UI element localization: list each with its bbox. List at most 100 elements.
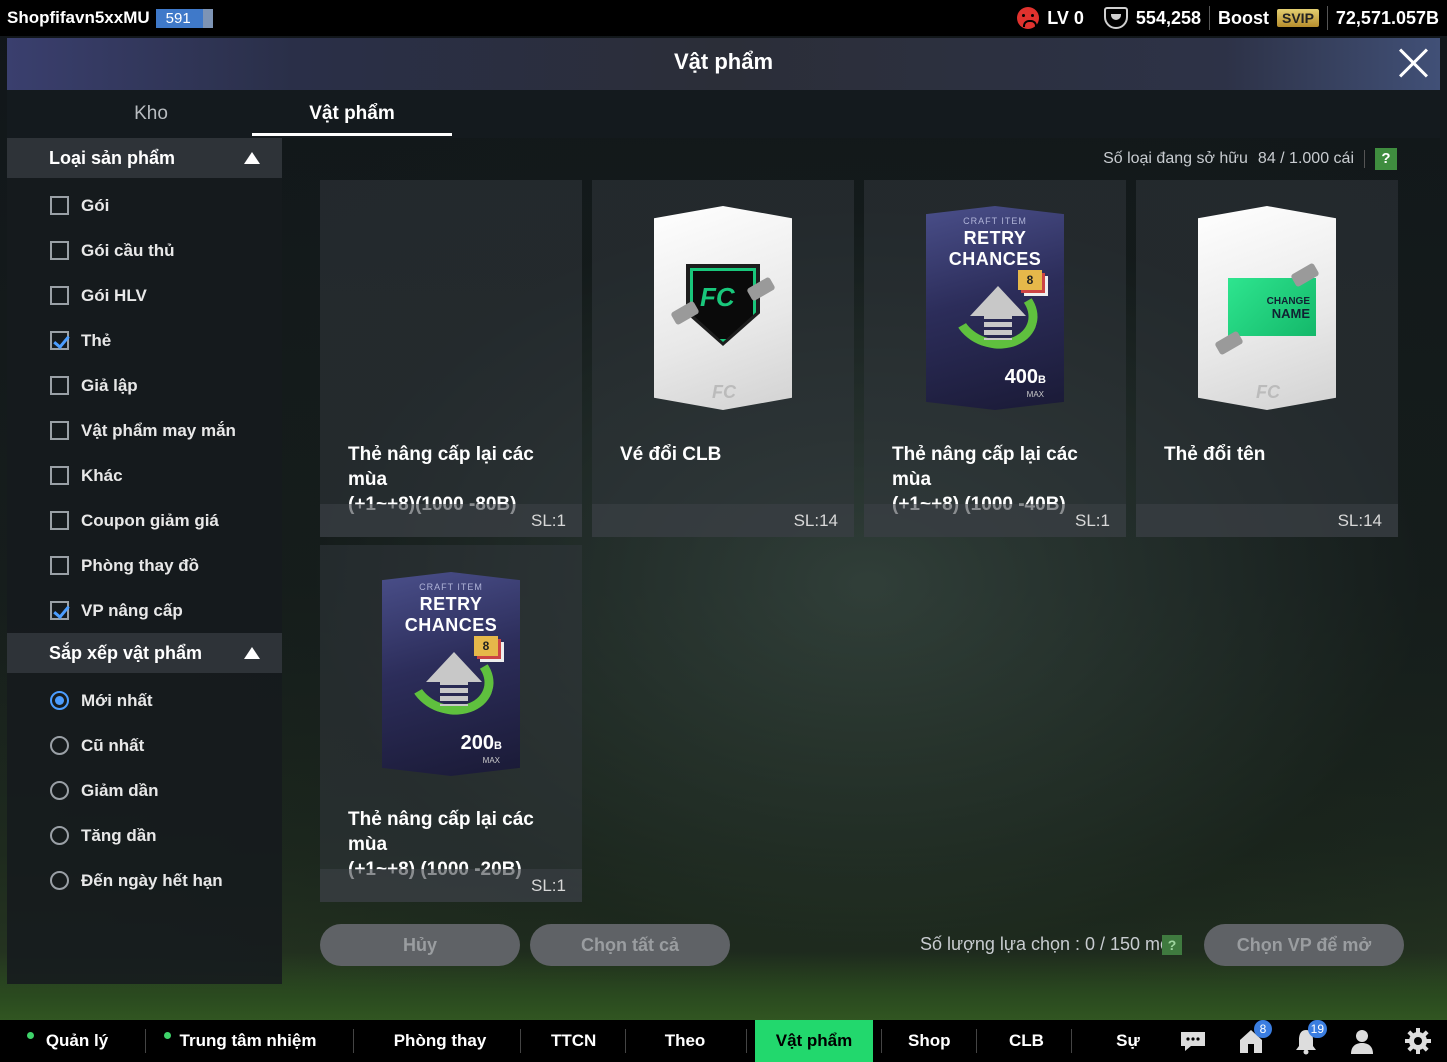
- sort-cu-nhat[interactable]: Cũ nhất: [7, 723, 282, 768]
- max-number: 400: [1004, 366, 1039, 388]
- bell-badge: 19: [1307, 1020, 1327, 1038]
- gear-icon[interactable]: [1403, 1026, 1433, 1056]
- collapse-triangle-icon: [244, 152, 260, 164]
- nav-ttcn[interactable]: TTCN: [551, 1020, 597, 1062]
- filter-sidebar: Loại sản phẩm Gói Gói cầu thủ Gói HLV Th…: [7, 138, 282, 984]
- divider: [746, 1029, 747, 1053]
- top-right-stats: LV 0 554,258 Boost SVIP 72,571.057B: [1017, 0, 1447, 36]
- select-all-button[interactable]: Chọn tất cả: [530, 924, 730, 966]
- category-the[interactable]: Thẻ: [7, 318, 282, 363]
- level-badge: 8: [1018, 270, 1042, 290]
- radio[interactable]: [50, 736, 69, 755]
- upgrade-arrow-icon: [426, 652, 482, 682]
- retry-chances-label: RETRY CHANCES: [404, 594, 498, 635]
- category-label: Gói HLV: [81, 285, 147, 305]
- category-label: VP nâng cấp: [81, 600, 183, 620]
- radio[interactable]: [50, 826, 69, 845]
- divider: [520, 1029, 521, 1053]
- item-card[interactable]: CRAFT ITEM RETRY CHANCES 8 400B MAX Thẻ …: [864, 180, 1126, 537]
- divider: [353, 1029, 354, 1053]
- checkbox[interactable]: [50, 511, 69, 530]
- modal-title: Vật phẩm: [673, 49, 774, 74]
- sort-tang-dan[interactable]: Tăng dần: [7, 813, 282, 858]
- checkbox[interactable]: [50, 421, 69, 440]
- category-vp-nang-cap[interactable]: VP nâng cấp: [7, 588, 282, 633]
- item-name: Thẻ đổi tên: [1164, 444, 1266, 465]
- help-icon[interactable]: ?: [1375, 148, 1397, 170]
- item-qty: SL:1: [1075, 511, 1110, 530]
- checkbox-checked[interactable]: [50, 601, 69, 620]
- nav-label: TTCN: [551, 1031, 597, 1050]
- help-icon[interactable]: ?: [1162, 935, 1182, 955]
- category-goi-hlv[interactable]: Gói HLV: [7, 273, 282, 318]
- radio[interactable]: [50, 781, 69, 800]
- nav-theo-doi[interactable]: Theo dõi: [652, 1020, 718, 1062]
- item-qty: SL:14: [793, 511, 838, 530]
- category-coupon[interactable]: Coupon giảm giá: [7, 498, 282, 543]
- checkbox[interactable]: [50, 196, 69, 215]
- category-label: Gói: [81, 195, 110, 215]
- open-item-button[interactable]: Chọn VP để mở: [1204, 924, 1404, 966]
- divider: [145, 1029, 146, 1053]
- nav-vat-pham[interactable]: Vật phẩm: [755, 1020, 873, 1062]
- item-card[interactable]: FC FC Vé đổi CLB SL:14: [592, 180, 854, 537]
- nav-phong-thay-do[interactable]: Phòng thay đồ: [386, 1020, 494, 1062]
- cancel-button[interactable]: Hủy: [320, 924, 520, 966]
- tab-vat-pham[interactable]: Vật phẩm: [252, 90, 452, 136]
- item-card[interactable]: CHANGE NAME FC Thẻ đổi tên SL:14: [1136, 180, 1398, 537]
- radio[interactable]: [50, 871, 69, 890]
- close-button[interactable]: [1396, 46, 1430, 80]
- chat-icon[interactable]: [1178, 1026, 1208, 1056]
- max-number: 200: [460, 732, 495, 754]
- category-section-header[interactable]: Loại sản phẩm: [7, 138, 282, 178]
- home-icon[interactable]: 8: [1236, 1020, 1272, 1056]
- nav-trung-tam-nhiem-vu[interactable]: Trung tâm nhiệm vụ: [164, 1020, 320, 1062]
- boost-label[interactable]: Boost: [1218, 8, 1269, 29]
- divider: [1209, 6, 1210, 30]
- checkbox[interactable]: [50, 556, 69, 575]
- item-qty: SL:14: [1337, 511, 1382, 530]
- nav-clb[interactable]: CLB: [1009, 1020, 1044, 1062]
- category-phong-thay-do[interactable]: Phòng thay đồ: [7, 543, 282, 588]
- sort-moi-nhat[interactable]: Mới nhất: [7, 678, 282, 723]
- category-label: Thẻ: [81, 330, 112, 350]
- checkbox[interactable]: [50, 376, 69, 395]
- max-unit: B: [1038, 374, 1046, 386]
- swap-arrow-icon: [1214, 330, 1244, 356]
- owned-value: 84 / 1.000 cái: [1257, 150, 1354, 167]
- craft-item-label: CRAFT ITEM: [963, 216, 1027, 226]
- category-vat-pham-may-man[interactable]: Vật phẩm may mắn: [7, 408, 282, 453]
- sort-den-ngay-het-han[interactable]: Đến ngày hết hạn: [7, 858, 282, 903]
- divider: [1326, 6, 1328, 30]
- checkbox[interactable]: [50, 286, 69, 305]
- category-label: Gói cầu thủ: [81, 240, 175, 260]
- upgrade-arrow-stem: [440, 680, 468, 706]
- nav-shop[interactable]: Shop: [908, 1020, 951, 1062]
- tab-kho[interactable]: Kho: [51, 90, 251, 136]
- sort-section-title: Sắp xếp vật phẩm: [49, 642, 203, 663]
- item-card[interactable]: Thẻ nâng cấp lại các mùa (+1~+8)(1000 -8…: [320, 180, 582, 537]
- username: Shopfifavn5xxMU: [7, 8, 150, 27]
- category-goi[interactable]: Gói: [7, 183, 282, 228]
- item-card[interactable]: CRAFT ITEM RETRY CHANCES 8 200B MAX Thẻ …: [320, 545, 582, 902]
- change-name-ticket-icon: CHANGE NAME: [1228, 278, 1316, 336]
- checkbox-checked[interactable]: [50, 331, 69, 350]
- checkbox[interactable]: [50, 466, 69, 485]
- radio-selected[interactable]: [50, 691, 69, 710]
- divider: [1364, 150, 1365, 168]
- owned-count: Số loại đang sở hữu 84 / 1.000 cái ?: [1103, 148, 1397, 170]
- upgrade-arrow-stem: [984, 314, 1012, 340]
- nav-quan-ly-ct[interactable]: Quản lý CT: [27, 1020, 117, 1062]
- checkbox[interactable]: [50, 241, 69, 260]
- nav-su-kien[interactable]: Sự kiện: [1100, 1020, 1156, 1062]
- sort-giam-dan[interactable]: Giảm dần: [7, 768, 282, 813]
- max-value: 400B: [1005, 366, 1046, 389]
- profile-icon[interactable]: [1347, 1026, 1377, 1056]
- modal-header: Vật phẩm: [7, 38, 1440, 90]
- category-gia-lap[interactable]: Giả lập: [7, 363, 282, 408]
- bell-icon[interactable]: 19: [1291, 1020, 1327, 1056]
- category-goi-cau-thu[interactable]: Gói cầu thủ: [7, 228, 282, 273]
- lv-label: LV 0: [1047, 7, 1084, 28]
- sort-section-header[interactable]: Sắp xếp vật phẩm: [7, 633, 282, 673]
- category-khac[interactable]: Khác: [7, 453, 282, 498]
